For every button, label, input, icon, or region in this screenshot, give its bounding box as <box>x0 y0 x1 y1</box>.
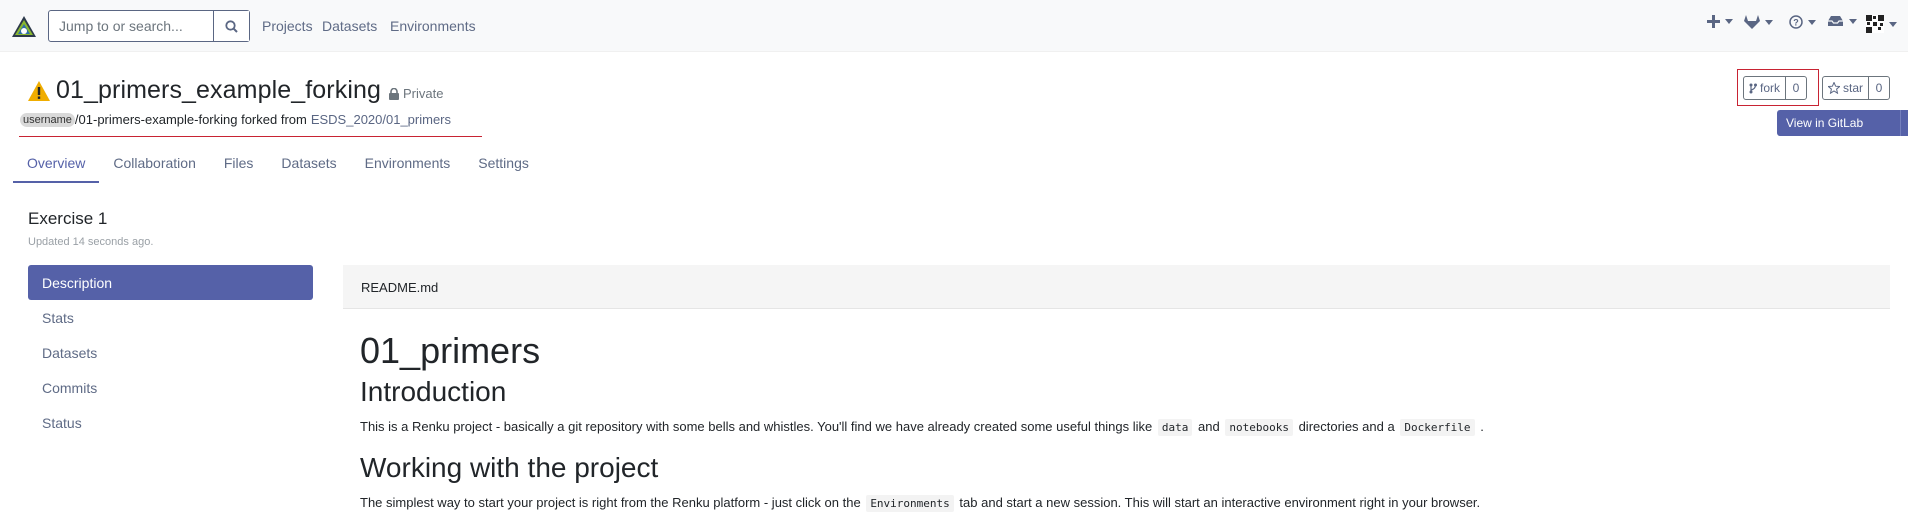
code-environments: Environments <box>866 495 954 512</box>
nav-link-datasets[interactable]: Datasets <box>322 18 377 34</box>
tab-environments[interactable]: Environments <box>351 151 465 183</box>
help-menu[interactable]: ? <box>1789 15 1816 29</box>
fork-count: 0 <box>1785 77 1806 99</box>
chevron-down-icon <box>1849 18 1857 24</box>
fork-source-link[interactable]: ESDS_2020/01_primers <box>311 112 451 127</box>
readme-paragraph-introduction: This is a Renku project - basically a gi… <box>360 419 1484 436</box>
readme-heading-working: Working with the project <box>360 452 659 483</box>
inbox-icon <box>1828 16 1843 26</box>
gitlab-more-button[interactable] <box>1900 110 1908 136</box>
side-item-datasets[interactable]: Datasets <box>28 335 313 370</box>
chevron-down-icon <box>1765 19 1773 25</box>
tab-datasets[interactable]: Datasets <box>267 151 350 183</box>
project-tabs: Overview Collaboration Files Datasets En… <box>13 151 543 183</box>
side-item-status[interactable]: Status <box>28 405 313 440</box>
project-title: 01_primers_example_forking <box>56 76 381 104</box>
overview-side-nav: Description Stats Datasets Commits Statu… <box>28 265 313 440</box>
star-button-group: star 0 <box>1822 76 1891 100</box>
side-item-stats[interactable]: Stats <box>28 300 313 335</box>
tab-collaboration[interactable]: Collaboration <box>99 151 210 183</box>
view-in-gitlab-label: View in GitLab <box>1786 116 1864 130</box>
gitlab-menu[interactable] <box>1744 15 1773 29</box>
star-icon <box>1828 82 1840 94</box>
visibility-label: Private <box>403 86 444 101</box>
visibility-badge: Private <box>389 86 443 101</box>
lock-icon <box>389 87 399 100</box>
project-header: 01_primers_example_forking Private <box>27 76 443 105</box>
overview-title: Exercise 1 <box>28 209 108 228</box>
help-icon: ? <box>1789 15 1803 29</box>
chevron-down-icon <box>1889 21 1897 27</box>
code-notebooks: notebooks <box>1225 419 1293 436</box>
readme-heading-1: 01_primers <box>360 330 541 371</box>
fork-label: fork <box>1760 81 1781 95</box>
top-navbar: Projects Datasets Environments ? <box>0 0 1908 52</box>
renku-logo-icon[interactable] <box>11 15 37 39</box>
warning-icon <box>28 80 50 101</box>
fork-button[interactable]: fork <box>1744 77 1785 99</box>
project-path-text: /01-primers-example-forking forked from <box>74 112 307 127</box>
project-path: username /01-primers-example-forking for… <box>20 112 451 127</box>
fork-button-group: fork 0 <box>1743 76 1808 100</box>
readme-filename: README.md <box>343 265 1890 309</box>
search-input[interactable] <box>49 11 213 41</box>
search-icon <box>225 19 238 33</box>
search-button[interactable] <box>213 11 249 41</box>
star-label: star <box>1843 81 1864 95</box>
tab-settings[interactable]: Settings <box>464 151 543 183</box>
avatar-qr-icon <box>1866 15 1884 33</box>
annotation-underline <box>19 136 482 137</box>
last-updated-text: Updated 14 seconds ago. <box>28 236 154 248</box>
star-count: 0 <box>1868 77 1889 99</box>
code-dockerfile: Dockerfile <box>1400 419 1475 436</box>
readme-paragraph-working: The simplest way to start your project i… <box>360 495 1481 512</box>
tab-files[interactable]: Files <box>210 151 268 183</box>
notifications-menu[interactable] <box>1827 15 1857 27</box>
readme-heading-introduction: Introduction <box>360 376 507 407</box>
svg-text:?: ? <box>1793 18 1799 28</box>
search-group <box>48 10 250 42</box>
side-item-commits[interactable]: Commits <box>28 370 313 405</box>
side-item-description[interactable]: Description <box>28 265 313 300</box>
chevron-down-icon <box>1725 19 1733 24</box>
plus-icon <box>1707 15 1720 28</box>
star-button[interactable]: star <box>1823 77 1868 99</box>
new-menu[interactable] <box>1707 15 1733 28</box>
code-data: data <box>1157 419 1193 436</box>
nav-link-environments[interactable]: Environments <box>390 18 476 34</box>
chevron-down-icon <box>1808 19 1816 25</box>
gitlab-icon <box>1744 15 1760 29</box>
tab-overview[interactable]: Overview <box>13 151 100 183</box>
fork-icon <box>1749 83 1757 93</box>
nav-link-projects[interactable]: Projects <box>262 18 313 34</box>
view-in-gitlab-button[interactable]: View in GitLab <box>1777 110 1908 136</box>
user-menu[interactable] <box>1866 15 1897 33</box>
username-chip[interactable]: username <box>20 112 75 127</box>
